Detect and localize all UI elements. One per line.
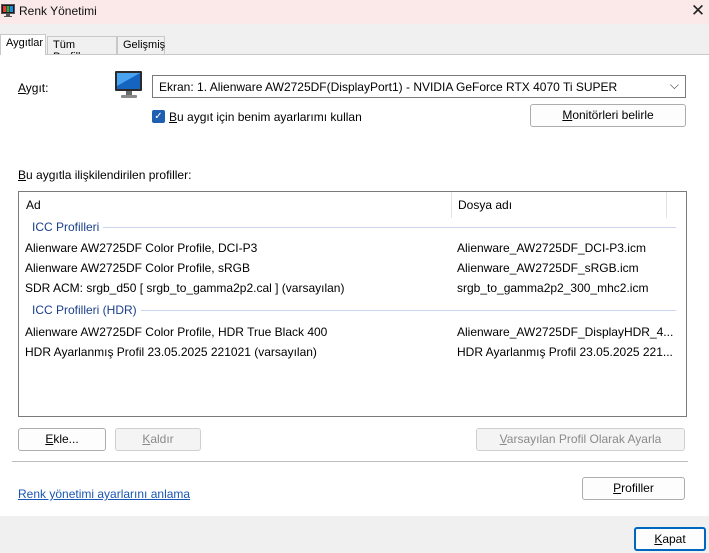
- column-header-filename[interactable]: Dosya adı: [458, 192, 512, 219]
- monitor-icon: [113, 69, 145, 101]
- profiles-button[interactable]: Profiller: [582, 477, 685, 500]
- use-my-settings-label[interactable]: Bu aygıt için benim ayarlarımı kullan: [169, 110, 362, 124]
- profile-list[interactable]: Ad Dosya adı ICC Profilleri Alienware AW…: [18, 191, 687, 417]
- use-my-settings-checkbox[interactable]: ✓: [152, 110, 165, 123]
- separator-line: [12, 461, 688, 462]
- tab-devices[interactable]: Aygıtlar: [0, 34, 46, 55]
- group-icc-profiles-hdr[interactable]: ICC Profilleri (HDR): [32, 303, 137, 317]
- column-separator[interactable]: [666, 192, 667, 218]
- list-item[interactable]: HDR Ayarlanmış Profil 23.05.2025 221021 …: [25, 342, 680, 362]
- list-item[interactable]: Alienware AW2725DF Color Profile, HDR Tr…: [25, 322, 680, 342]
- associated-profiles-label: Bu aygıtla ilişkilendirilen profiller:: [18, 168, 192, 182]
- profile-filename: HDR Ayarlanmış Profil 23.05.2025 221...: [457, 345, 673, 359]
- add-button[interactable]: Ekle...: [18, 428, 106, 451]
- chevron-down-icon: ⌵: [669, 78, 679, 92]
- close-button[interactable]: Kapat: [634, 527, 706, 551]
- understand-color-settings-link[interactable]: Renk yönetimi ayarlarını anlama: [18, 487, 190, 501]
- close-window-button[interactable]: ✕: [687, 1, 709, 23]
- device-label: Aygıt:: [18, 81, 49, 95]
- group-divider: [103, 227, 676, 228]
- list-item[interactable]: Alienware AW2725DF Color Profile, sRGB A…: [25, 258, 680, 278]
- list-item[interactable]: Alienware AW2725DF Color Profile, DCI-P3…: [25, 238, 680, 258]
- tab-strip: Aygıtlar Tüm Profiller Gelişmiş: [0, 34, 709, 63]
- remove-button[interactable]: Kaldır: [115, 428, 201, 451]
- set-default-profile-button[interactable]: Varsayılan Profil Olarak Ayarla: [476, 428, 685, 451]
- device-select-value: Ekran: 1. Alienware AW2725DF(DisplayPort…: [159, 80, 618, 94]
- group-divider: [141, 310, 676, 311]
- profile-filename: Alienware_AW2725DF_DCI-P3.icm: [457, 241, 646, 255]
- identify-monitors-button[interactable]: Monitörleri belirle: [530, 104, 686, 127]
- device-select[interactable]: Ekran: 1. Alienware AW2725DF(DisplayPort…: [152, 75, 686, 98]
- profile-name: Alienware AW2725DF Color Profile, DCI-P3: [25, 241, 258, 255]
- color-management-icon: [1, 4, 15, 17]
- tab-all-profiles[interactable]: Tüm Profiller: [47, 36, 117, 63]
- profile-filename: Alienware_AW2725DF_DisplayHDR_4...: [457, 325, 674, 339]
- group-icc-profiles[interactable]: ICC Profilleri: [32, 220, 99, 234]
- window-title: Renk Yönetimi: [19, 4, 97, 18]
- column-header-name[interactable]: Ad: [26, 192, 41, 219]
- column-separator[interactable]: [451, 192, 452, 218]
- profile-name: HDR Ayarlanmış Profil 23.05.2025 221021 …: [25, 345, 317, 359]
- title-bar: Renk Yönetimi ✕: [0, 0, 709, 24]
- profile-name: Alienware AW2725DF Color Profile, HDR Tr…: [25, 325, 328, 339]
- tab-advanced[interactable]: Gelişmiş: [117, 36, 165, 54]
- devices-panel: Aygıt: Ekran: 1. Alienware AW2725DF(Disp…: [0, 54, 709, 516]
- profile-filename: srgb_to_gamma2p2_300_mhc2.icm: [457, 281, 649, 295]
- dialog-footer: Kapat: [0, 516, 709, 553]
- profile-name: SDR ACM: srgb_d50 [ srgb_to_gamma2p2.cal…: [25, 281, 345, 295]
- list-item[interactable]: SDR ACM: srgb_d50 [ srgb_to_gamma2p2.cal…: [25, 278, 680, 298]
- profile-name: Alienware AW2725DF Color Profile, sRGB: [25, 261, 250, 275]
- profile-filename: Alienware_AW2725DF_sRGB.icm: [457, 261, 639, 275]
